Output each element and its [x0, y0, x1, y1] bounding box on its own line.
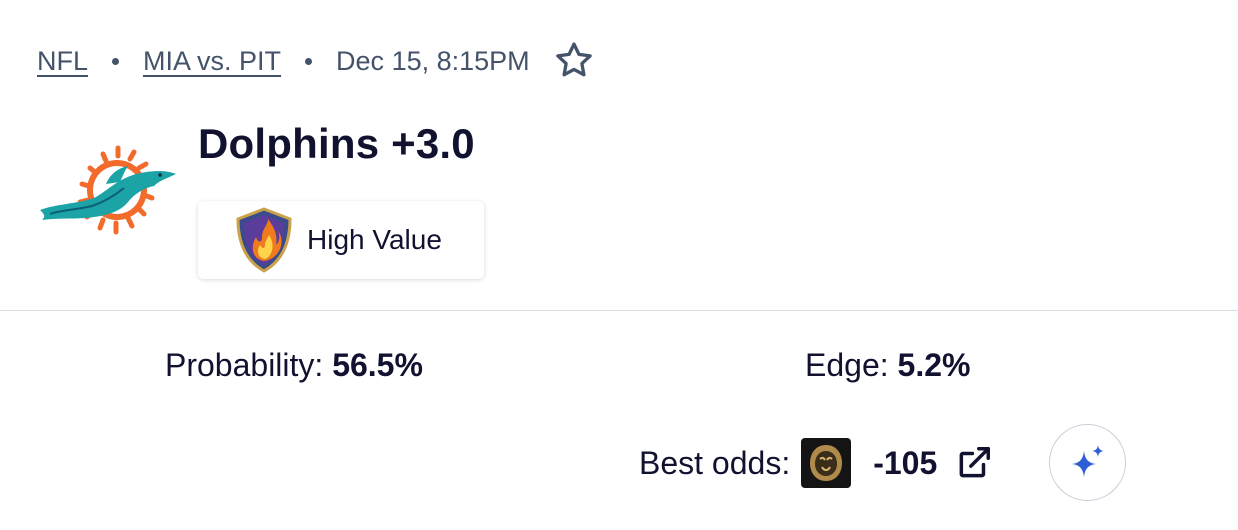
game-datetime: Dec 15, 8:15PM [336, 45, 530, 76]
breadcrumb: NFL MIA vs. PIT Dec 15, 8:15PM [37, 40, 596, 82]
breadcrumb-matchup-link[interactable]: MIA vs. PIT [143, 46, 281, 77]
breadcrumb-separator [112, 57, 120, 65]
section-divider [0, 310, 1238, 311]
flame-shield-icon [236, 207, 292, 273]
probability-label: Probability: [165, 347, 324, 383]
breadcrumb-league-link[interactable]: NFL [37, 46, 88, 77]
value-badge: High Value [198, 201, 484, 279]
probability-stat: Probability: 56.5% [165, 347, 423, 384]
external-link-icon[interactable] [955, 444, 993, 482]
edge-stat: Edge: 5.2% [805, 347, 970, 384]
star-icon[interactable] [552, 39, 596, 83]
edge-value: 5.2% [897, 347, 971, 383]
best-odds-label: Best odds: [639, 444, 791, 481]
best-odds-value: -105 [873, 444, 938, 481]
best-odds: Best odds: -105 [639, 438, 993, 488]
pick-title: Dolphins +3.0 [198, 120, 475, 167]
badge-label: High Value [307, 224, 442, 255]
ai-assistant-button[interactable] [1049, 424, 1126, 501]
team-logo-icon [40, 145, 176, 235]
breadcrumb-separator [305, 57, 313, 65]
probability-value: 56.5% [332, 347, 423, 383]
edge-label: Edge: [805, 347, 889, 383]
sparkle-icon [1071, 444, 1104, 477]
sportsbook-logo-icon[interactable] [801, 438, 852, 488]
